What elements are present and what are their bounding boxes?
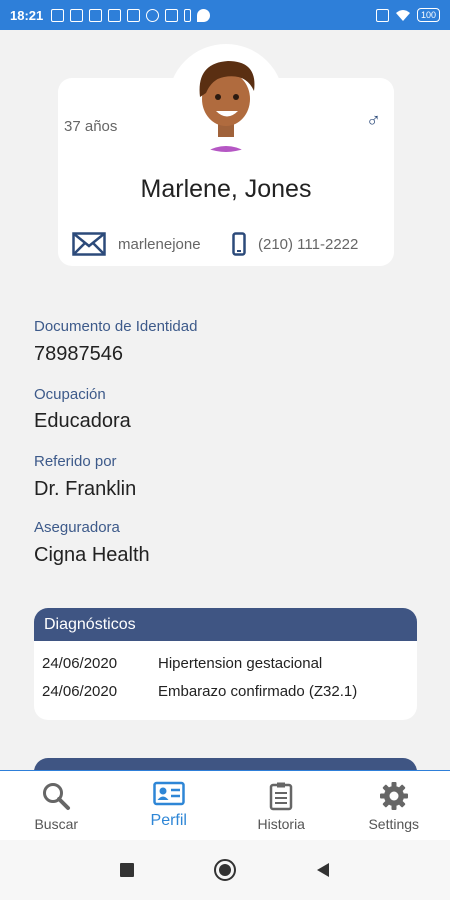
recents-button[interactable]	[120, 863, 134, 877]
telegram-icon	[70, 8, 84, 22]
avatar-illustration	[198, 61, 255, 152]
home-button[interactable]	[214, 859, 236, 881]
gear-icon	[379, 782, 408, 810]
age-label: 37 años	[64, 118, 118, 135]
back-button[interactable]	[316, 862, 330, 878]
insurer-label: Aseguradora	[34, 519, 120, 536]
diagnostics-card[interactable]: Diagnósticos 24/06/2020 Hipertension ges…	[34, 608, 417, 720]
gender-male-icon: ♂	[366, 110, 381, 132]
email-text: marlenejone	[118, 235, 201, 253]
status-bar: 18:21 100	[0, 0, 450, 30]
diagnostic-text: Embarazo confirmado (Z32.1)	[158, 682, 358, 700]
clipboard-icon	[270, 782, 293, 811]
twitter-icon	[197, 8, 211, 22]
sim-off-icon	[375, 8, 389, 22]
phone-text: (210) 111-2222	[258, 235, 359, 253]
photo-icon	[127, 8, 141, 22]
patient-name: Marlene, Jones	[140, 175, 312, 203]
app-icon	[89, 8, 103, 22]
diagnostic-row[interactable]: 24/06/2020 Embarazo confirmado (Z32.1)	[34, 677, 417, 705]
email-contact[interactable]: marlenejone	[72, 232, 201, 256]
system-navigation-bar	[0, 840, 450, 900]
occupation-label: Ocupación	[34, 386, 106, 403]
wifi-icon	[395, 9, 410, 21]
pin-icon	[184, 8, 192, 22]
check-icon	[146, 8, 160, 22]
nav-label: Buscar	[34, 816, 79, 832]
id-document-label: Documento de Identidad	[34, 318, 198, 335]
diagnostic-date: 24/06/2020	[42, 682, 118, 700]
battery-icon: 100	[416, 8, 440, 22]
avatar[interactable]	[168, 44, 284, 160]
mail-icon	[72, 232, 106, 256]
occupation-value: Educadora	[34, 410, 131, 432]
nav-historia[interactable]: Historia	[225, 771, 338, 840]
nav-perfil[interactable]: Perfil	[113, 771, 226, 840]
nav-label: Historia	[257, 816, 305, 832]
id-document-value: 78987546	[34, 343, 123, 365]
diagnostics-title: Diagnósticos	[34, 608, 417, 641]
youtube-icon	[108, 8, 122, 22]
profile-card-icon	[153, 781, 185, 806]
nav-settings[interactable]: Settings	[338, 771, 450, 840]
search-icon	[43, 783, 71, 810]
upload-icon	[51, 8, 65, 22]
referred-by-label: Referido por	[34, 453, 117, 470]
notification-icons	[51, 8, 211, 22]
diagnostic-date: 24/06/2020	[42, 654, 118, 672]
nav-buscar[interactable]: Buscar	[0, 771, 113, 840]
phone-icon	[232, 232, 246, 256]
bottom-navigation: Buscar Perfil Historia Settings	[0, 770, 450, 840]
diagnostic-text: Hipertension gestacional	[158, 654, 323, 672]
nav-label: Settings	[368, 816, 420, 832]
diagnostic-row[interactable]: 24/06/2020 Hipertension gestacional	[34, 649, 417, 677]
status-time: 18:21	[10, 7, 44, 23]
nav-label: Perfil	[150, 812, 187, 829]
phone-contact[interactable]: (210) 111-2222	[232, 232, 358, 256]
referred-by-value: Dr. Franklin	[34, 478, 137, 500]
insurer-value: Cigna Health	[34, 544, 150, 566]
instagram-icon	[165, 8, 179, 22]
